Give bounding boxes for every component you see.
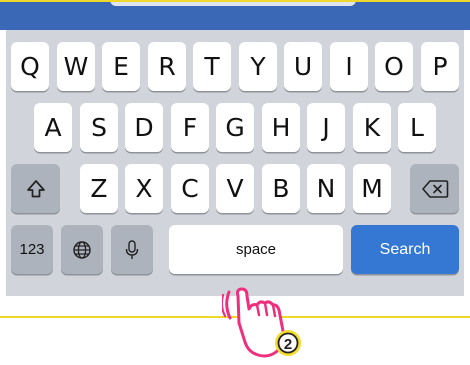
key-y[interactable]: Y <box>239 42 277 91</box>
key-v[interactable]: V <box>216 164 254 213</box>
key-i[interactable]: I <box>330 42 368 91</box>
backspace-icon <box>421 179 448 198</box>
key-q[interactable]: Q <box>11 42 49 91</box>
key-n[interactable]: N <box>307 164 345 213</box>
key-a[interactable]: A <box>34 103 72 152</box>
key-m[interactable]: M <box>353 164 391 213</box>
key-l[interactable]: L <box>398 103 436 152</box>
key-o[interactable]: O <box>375 42 413 91</box>
key-e[interactable]: E <box>102 42 140 91</box>
highlight-line-top <box>0 0 470 2</box>
key-w[interactable]: W <box>57 42 95 91</box>
key-u[interactable]: U <box>284 42 322 91</box>
key-f[interactable]: F <box>171 103 209 152</box>
onscreen-keyboard: Q W E R T Y U I O P A S D F G H J K L Z … <box>6 30 464 296</box>
tap-hand-icon <box>220 287 285 358</box>
step-badge: 2 <box>275 330 301 356</box>
globe-key[interactable] <box>61 225 103 274</box>
key-b[interactable]: B <box>262 164 300 213</box>
step-number: 2 <box>284 336 292 353</box>
search-button[interactable]: Search <box>351 225 459 274</box>
numbers-key[interactable]: 123 <box>11 225 53 274</box>
globe-icon <box>73 240 91 259</box>
shift-key[interactable] <box>11 164 60 213</box>
key-g[interactable]: G <box>216 103 254 152</box>
microphone-icon <box>125 239 139 259</box>
space-key[interactable]: space <box>169 225 343 274</box>
key-s[interactable]: S <box>80 103 118 152</box>
key-x[interactable]: X <box>125 164 163 213</box>
shift-icon <box>26 179 45 197</box>
key-r[interactable]: R <box>148 42 186 91</box>
key-k[interactable]: K <box>353 103 391 152</box>
key-t[interactable]: T <box>193 42 231 91</box>
key-j[interactable]: J <box>307 103 345 152</box>
key-h[interactable]: H <box>262 103 300 152</box>
tap-hand-annotation: 2 <box>220 285 322 365</box>
key-p[interactable]: P <box>421 42 459 91</box>
dictation-key[interactable] <box>111 225 153 274</box>
key-c[interactable]: C <box>171 164 209 213</box>
key-z[interactable]: Z <box>80 164 118 213</box>
search-bar-strip <box>0 0 470 30</box>
backspace-key[interactable] <box>410 164 459 213</box>
key-d[interactable]: D <box>125 103 163 152</box>
